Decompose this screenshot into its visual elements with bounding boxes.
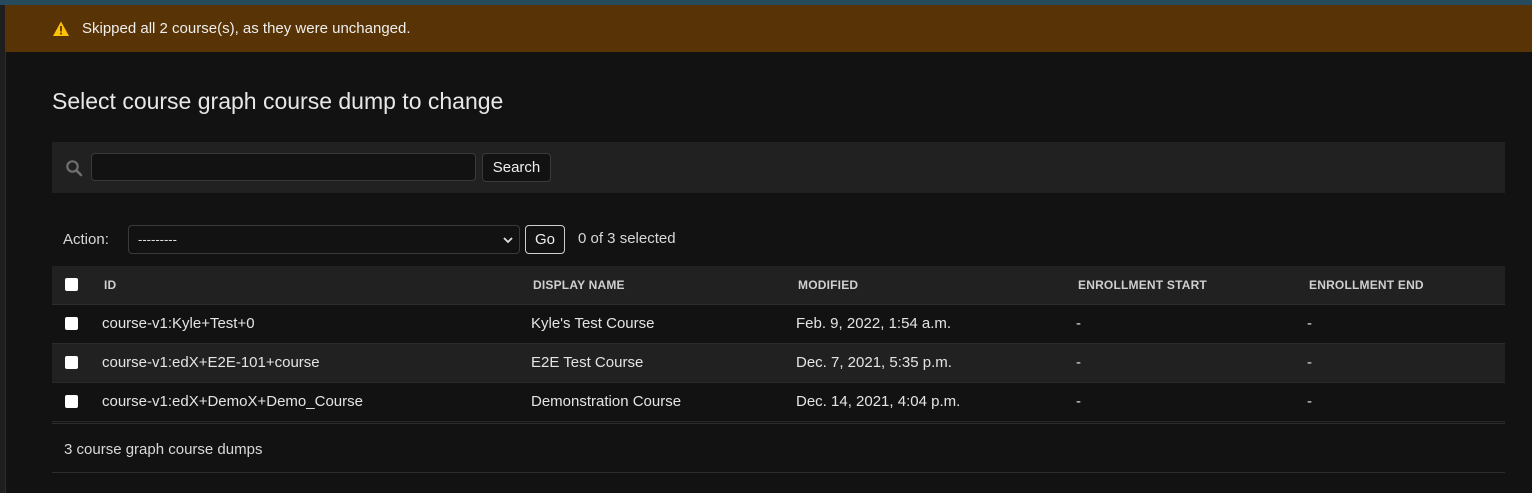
enrollment-end-cell: -: [1307, 343, 1505, 383]
enrollment-start-cell: -: [1076, 304, 1307, 344]
search-button[interactable]: Search: [482, 153, 551, 182]
action-select[interactable]: ---------: [128, 225, 520, 254]
action-select-value: ---------: [138, 232, 177, 247]
page-title: Select course graph course dump to chang…: [52, 88, 504, 114]
row-select-cell: [52, 343, 101, 383]
results-table-container: ID DISPLAY NAME MODIFIED ENROLLMENT STAR…: [52, 266, 1505, 422]
column-header-id[interactable]: ID: [101, 266, 531, 305]
paginator: 3 course graph course dumps: [52, 423, 1505, 473]
table-row: course-v1:Kyle+Test+0 Kyle's Test Course…: [52, 304, 1505, 344]
modified-cell: Dec. 7, 2021, 5:35 p.m.: [796, 343, 1076, 383]
warning-text: Skipped all 2 course(s), as they were un…: [82, 20, 411, 37]
search-input[interactable]: [91, 153, 476, 181]
course-id-link[interactable]: course-v1:edX+DemoX+Demo_Course: [101, 382, 531, 422]
enrollment-end-cell: -: [1307, 382, 1505, 422]
search-toolbar: Search: [52, 142, 1505, 193]
course-id-link[interactable]: course-v1:Kyle+Test+0: [101, 304, 531, 344]
table-row: course-v1:edX+DemoX+Demo_Course Demonstr…: [52, 382, 1505, 422]
row-select-cell: [52, 382, 101, 422]
column-header-enrollment-start[interactable]: ENROLLMENT START: [1076, 266, 1307, 305]
table-header-row: ID DISPLAY NAME MODIFIED ENROLLMENT STAR…: [52, 266, 1505, 305]
row-checkbox[interactable]: [65, 317, 78, 330]
row-checkbox[interactable]: [65, 395, 78, 408]
chevron-down-icon: [503, 237, 513, 244]
enrollment-start-cell: -: [1076, 382, 1307, 422]
column-header-enrollment-end[interactable]: ENROLLMENT END: [1307, 266, 1505, 305]
go-button[interactable]: Go: [525, 225, 565, 254]
row-checkbox[interactable]: [65, 356, 78, 369]
enrollment-end-cell: -: [1307, 304, 1505, 344]
modified-cell: Dec. 14, 2021, 4:04 p.m.: [796, 382, 1076, 422]
search-icon: [66, 160, 83, 177]
result-count: 3 course graph course dumps: [64, 441, 263, 458]
table-row: course-v1:edX+E2E-101+course E2E Test Co…: [52, 343, 1505, 383]
column-header-modified[interactable]: MODIFIED: [796, 266, 1076, 305]
actions-bar: Action: --------- Go 0 of 3 selected: [52, 222, 1505, 258]
warning-message: Skipped all 2 course(s), as they were un…: [5, 5, 1532, 52]
results-table: ID DISPLAY NAME MODIFIED ENROLLMENT STAR…: [52, 266, 1505, 422]
modified-cell: Feb. 9, 2022, 1:54 a.m.: [796, 304, 1076, 344]
display-name-cell: E2E Test Course: [531, 343, 796, 383]
course-id-link[interactable]: course-v1:edX+E2E-101+course: [101, 343, 531, 383]
display-name-cell: Demonstration Course: [531, 382, 796, 422]
sidebar-edge: [0, 5, 6, 493]
column-header-display-name[interactable]: DISPLAY NAME: [531, 266, 796, 305]
enrollment-start-cell: -: [1076, 343, 1307, 383]
row-select-cell: [52, 304, 101, 344]
selection-counter: 0 of 3 selected: [578, 230, 676, 247]
warning-icon: [53, 21, 69, 36]
action-label: Action:: [63, 231, 109, 248]
display-name-cell: Kyle's Test Course: [531, 304, 796, 344]
select-all-cell: [52, 266, 101, 305]
select-all-checkbox[interactable]: [65, 278, 78, 292]
admin-changelist-page: Skipped all 2 course(s), as they were un…: [0, 0, 1532, 493]
